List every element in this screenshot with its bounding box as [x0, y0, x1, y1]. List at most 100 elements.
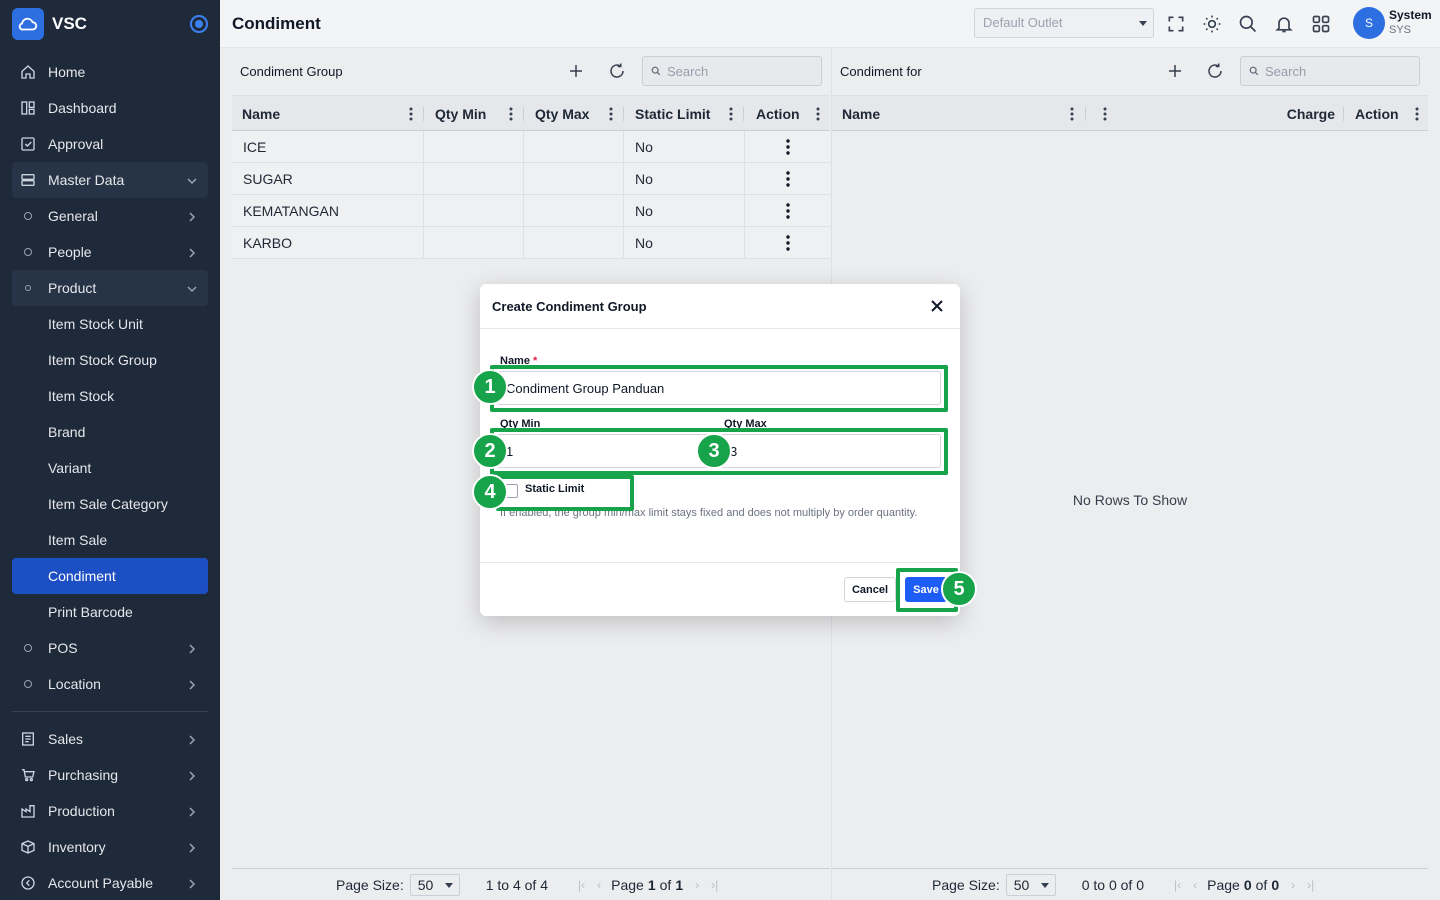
sidebar-item-label: Home [48, 64, 86, 80]
chevron-right-icon [186, 210, 198, 222]
receipt-icon [20, 731, 36, 747]
circle-icon [20, 212, 36, 220]
sidebar-item-approval[interactable]: Approval [0, 126, 220, 162]
sidebar-item-item-stock-group[interactable]: Item Stock Group [0, 342, 220, 378]
sidebar-item-account-payable[interactable]: Account Payable [0, 865, 220, 900]
circle-icon [20, 680, 36, 688]
dialog-footer-divider [480, 562, 960, 563]
sidebar-item-location[interactable]: Location [0, 666, 220, 702]
top-bar: Condiment Default Outlet S System SYS [220, 0, 1440, 48]
chevron-right-icon [186, 769, 198, 781]
box-icon [20, 839, 36, 855]
sidebar-item-people[interactable]: People [0, 234, 220, 270]
sidebar-item-dashboard[interactable]: Dashboard [0, 90, 220, 126]
cancel-button[interactable]: Cancel [844, 577, 896, 602]
step-badge-4: 4 [472, 474, 508, 510]
fullscreen-icon[interactable] [1166, 14, 1186, 34]
sidebar-item-master-data[interactable]: Master Data [12, 162, 208, 198]
sidebar-item-label: Condiment [48, 568, 116, 584]
app-name: VSC [52, 14, 87, 33]
sidebar-item-label: Location [48, 676, 101, 692]
payable-icon [20, 875, 36, 891]
sidebar: VSC Home Dashboard Approval Master Data … [0, 0, 220, 900]
sidebar-item-label: People [48, 244, 92, 260]
chevron-right-icon [186, 246, 198, 258]
step-badge-3: 3 [696, 433, 732, 469]
circle-icon [20, 248, 36, 256]
sidebar-item-label: Inventory [48, 839, 106, 855]
step-badge-5: 5 [941, 571, 977, 607]
search-icon[interactable] [1238, 14, 1258, 34]
sidebar-item-label: Sales [48, 731, 84, 747]
sidebar-item-item-sale-category[interactable]: Item Sale Category [0, 486, 220, 522]
cart-icon [20, 767, 36, 783]
dialog-header: Create Condiment Group [480, 284, 960, 329]
circle-icon [20, 644, 36, 652]
sidebar-item-brand[interactable]: Brand [0, 414, 220, 450]
outlet-select[interactable]: Default Outlet [974, 8, 1154, 38]
sidebar-item-production[interactable]: Production [0, 793, 220, 829]
sidebar-item-label: POS [48, 640, 78, 656]
chevron-right-icon [186, 678, 198, 690]
circle-icon [20, 285, 36, 291]
apps-grid-icon[interactable] [1311, 14, 1331, 34]
sidebar-item-label: Production [48, 803, 115, 819]
sidebar-item-product[interactable]: Product [12, 270, 208, 306]
brand: VSC [0, 0, 220, 48]
home-icon [20, 64, 36, 80]
sidebar-item-pos[interactable]: POS [0, 630, 220, 666]
database-icon [20, 172, 36, 188]
sidebar-item-condiment[interactable]: Condiment [12, 558, 208, 594]
sidebar-item-label: Brand [48, 424, 86, 440]
chevron-right-icon [186, 733, 198, 745]
avatar[interactable]: S [1353, 7, 1385, 39]
cloud-logo-icon [12, 8, 44, 40]
checkbox-icon [20, 136, 36, 152]
sun-icon[interactable] [1202, 14, 1222, 34]
sidebar-item-label: Approval [48, 136, 104, 152]
sidebar-item-item-stock[interactable]: Item Stock [0, 378, 220, 414]
close-icon[interactable] [930, 299, 944, 313]
sidebar-item-label: Item Sale Category [48, 496, 168, 512]
chevron-down-icon [186, 282, 198, 294]
sidebar-item-label: Master Data [48, 172, 125, 188]
sidebar-item-variant[interactable]: Variant [0, 450, 220, 486]
factory-icon [20, 803, 36, 819]
caret-down-icon [1139, 21, 1147, 26]
sidebar-item-label: Item Stock [48, 388, 115, 404]
highlight-static-limit [496, 475, 634, 511]
chevron-down-icon [186, 174, 198, 186]
dashboard-icon [20, 100, 36, 116]
sidebar-item-label: Print Barcode [48, 604, 133, 620]
sidebar-item-label: Item Stock Group [48, 352, 157, 368]
sidebar-item-label: Variant [48, 460, 92, 476]
dialog-title: Create Condiment Group [492, 298, 647, 314]
sidebar-item-inventory[interactable]: Inventory [0, 829, 220, 865]
bell-icon[interactable] [1274, 14, 1294, 34]
sidebar-item-label: Purchasing [48, 767, 119, 783]
sidebar-item-label: Account Payable [48, 875, 154, 891]
sidebar-item-item-sale[interactable]: Item Sale [0, 522, 220, 558]
page-title: Condiment [232, 13, 321, 33]
chevron-right-icon [186, 841, 198, 853]
sidebar-item-label: Item Sale [48, 532, 108, 548]
sidebar-item-item-stock-unit[interactable]: Item Stock Unit [0, 306, 220, 342]
sidebar-item-label: Item Stock Unit [48, 316, 143, 332]
sidebar-item-print-barcode[interactable]: Print Barcode [0, 594, 220, 630]
chevron-right-icon [186, 642, 198, 654]
sidebar-item-label: General [48, 208, 98, 224]
sidebar-item-label: Dashboard [48, 100, 117, 116]
user-name: System [1389, 8, 1432, 22]
step-badge-1: 1 [472, 369, 508, 405]
sidebar-item-purchasing[interactable]: Purchasing [0, 757, 220, 793]
chevron-right-icon [186, 805, 198, 817]
outlet-select-placeholder: Default Outlet [983, 15, 1063, 30]
sidebar-item-home[interactable]: Home [0, 54, 220, 90]
highlight-name-field [490, 365, 948, 412]
sidebar-item-sales[interactable]: Sales [0, 721, 220, 757]
sidebar-toggle-icon[interactable] [190, 15, 208, 33]
chevron-right-icon [186, 877, 198, 889]
sidebar-item-label: Product [48, 280, 97, 296]
user-role: SYS [1389, 24, 1412, 36]
sidebar-item-general[interactable]: General [0, 198, 220, 234]
